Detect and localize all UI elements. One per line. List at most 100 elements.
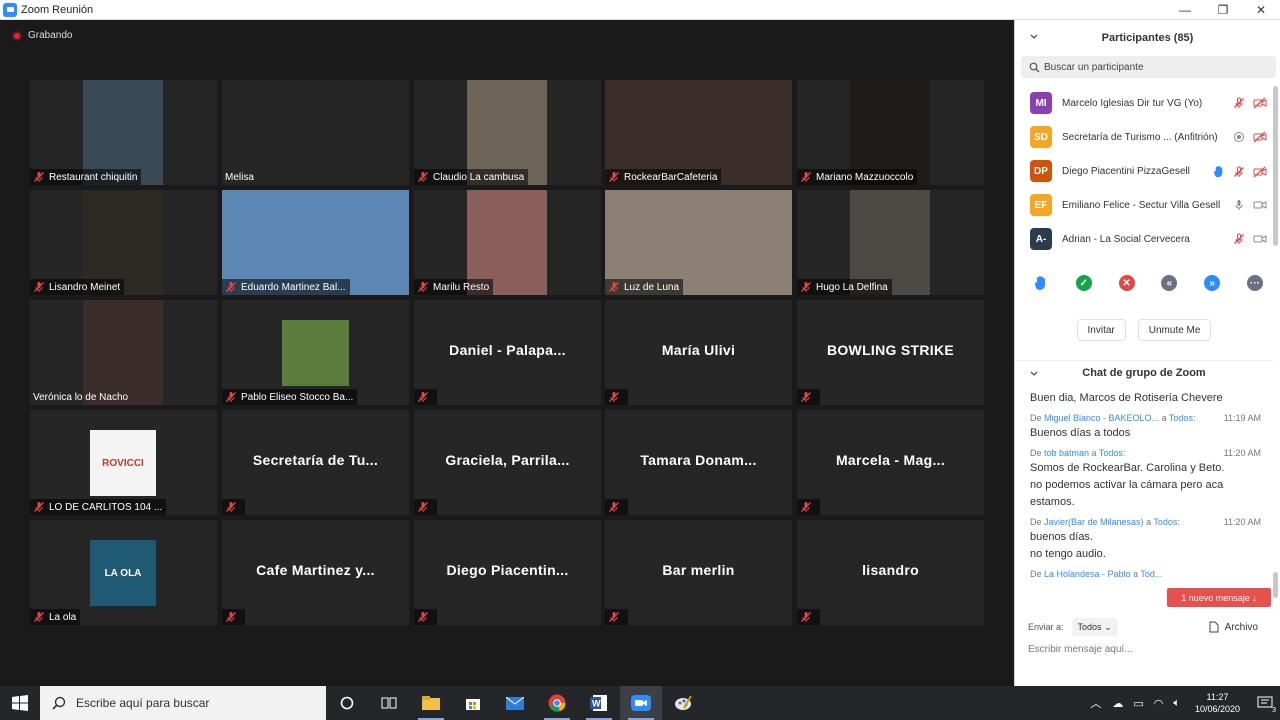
- video-tile[interactable]: lisandro: [797, 520, 984, 625]
- video-tile[interactable]: Secretaría de Tu...: [222, 410, 409, 515]
- participant-row[interactable]: A- Adrian - La Social Cervecera: [1015, 222, 1273, 256]
- mic-muted-icon: [226, 612, 236, 622]
- mic-muted-icon: [34, 502, 44, 512]
- video-tile[interactable]: ROVICCI LO DE CARLITOS 104 ...: [30, 410, 217, 515]
- participant-name: Emiliano Felice - Sectur Villa Gesell: [1062, 199, 1221, 211]
- maximize-button[interactable]: ❐: [1204, 0, 1242, 20]
- video-off-icon[interactable]: [1253, 97, 1267, 109]
- participants-scrollbar[interactable]: [1273, 86, 1278, 246]
- video-tile[interactable]: Mariano Mazzuoccolo: [797, 80, 984, 185]
- name-label: LO DE CARLITOS 104 ...: [30, 499, 167, 515]
- video-tile[interactable]: Daniel - Palapa...: [414, 300, 601, 405]
- video-tile[interactable]: Hugo La Delfina: [797, 190, 984, 295]
- invite-button[interactable]: Invitar: [1076, 319, 1126, 341]
- unmute-me-button[interactable]: Unmute Me: [1137, 319, 1212, 341]
- participant-name-display: Graciela, Parrila...: [445, 452, 570, 468]
- participant-name: Diego Piacentini PizzaGesell: [1062, 165, 1190, 177]
- taskbar-search[interactable]: Escribe aquí para buscar: [40, 686, 326, 720]
- store-icon[interactable]: [452, 686, 494, 720]
- video-tile[interactable]: Graciela, Parrila...: [414, 410, 601, 515]
- avatar: MI: [1030, 92, 1052, 114]
- participant-row[interactable]: EF Emiliano Felice - Sectur Villa Gesell: [1015, 188, 1273, 222]
- video-tile[interactable]: RockearBarCafeteria: [605, 80, 792, 185]
- chat-scrollbar[interactable]: [1273, 572, 1278, 598]
- video-tile[interactable]: Bar merlin: [605, 520, 792, 625]
- participant-row[interactable]: SD Secretaría de Turismo ... (Anfitrión): [1015, 120, 1273, 154]
- participant-name: La ola: [49, 611, 77, 623]
- mic-icon[interactable]: [1233, 199, 1245, 211]
- video-off-icon[interactable]: [1253, 166, 1267, 178]
- mic-muted-icon[interactable]: [1233, 166, 1245, 178]
- no-x-icon[interactable]: ✕: [1118, 275, 1135, 291]
- yes-check-icon[interactable]: ✓: [1075, 275, 1092, 291]
- chat-title: Chat de grupo de Zoom: [1082, 367, 1206, 379]
- video-tile[interactable]: Diego Piacentin...: [414, 520, 601, 625]
- avatar: EF: [1030, 194, 1052, 216]
- minimize-button[interactable]: —: [1166, 0, 1204, 20]
- send-to-select[interactable]: Todos ⌄: [1071, 618, 1118, 636]
- go-faster-icon[interactable]: »: [1204, 275, 1221, 291]
- message-sender[interactable]: tob batman: [1044, 448, 1089, 458]
- video-tile[interactable]: Melisa: [222, 80, 409, 185]
- task-view-icon[interactable]: [368, 686, 410, 720]
- notifications-icon[interactable]: 3: [1250, 686, 1280, 720]
- video-tile[interactable]: Luz de Luna: [605, 190, 792, 295]
- search-input[interactable]: [1044, 61, 1244, 73]
- paint-icon[interactable]: [662, 686, 704, 720]
- video-tile[interactable]: Cafe Martinez y...: [222, 520, 409, 625]
- participant-name-display: BOWLING STRIKE: [826, 342, 955, 358]
- onedrive-icon[interactable]: ☁: [1112, 697, 1123, 710]
- video-off-icon[interactable]: [1253, 131, 1267, 143]
- search-icon: [52, 696, 66, 710]
- video-tile[interactable]: Lisandro Meinet: [30, 190, 217, 295]
- more-icon[interactable]: ···: [1246, 275, 1263, 291]
- participant-name: Melisa: [225, 171, 254, 183]
- video-tile[interactable]: LA OLA La ola: [30, 520, 217, 625]
- message-sender[interactable]: La Holandesa - Pablo: [1044, 569, 1131, 579]
- video-icon[interactable]: [1253, 199, 1267, 211]
- video-tile[interactable]: Marilu Resto: [414, 190, 601, 295]
- wifi-icon[interactable]: ◠: [1154, 697, 1164, 710]
- cortana-icon[interactable]: [326, 686, 368, 720]
- chevron-down-icon[interactable]: [1029, 32, 1039, 42]
- video-tile[interactable]: Marcela - Mag...: [797, 410, 984, 515]
- volume-icon[interactable]: 🔈︎: [1173, 697, 1180, 710]
- word-icon[interactable]: W: [578, 686, 620, 720]
- clock[interactable]: 11:27 10/06/2020: [1195, 691, 1240, 715]
- mic-muted-icon[interactable]: [1233, 233, 1245, 245]
- message-sender[interactable]: Javier(Bar de Milanesas): [1044, 517, 1144, 527]
- video-tile[interactable]: BOWLING STRIKE: [797, 300, 984, 405]
- chevron-up-icon[interactable]: ︿: [1090, 695, 1101, 711]
- mail-icon[interactable]: [494, 686, 536, 720]
- file-explorer-icon[interactable]: [410, 686, 452, 720]
- chrome-icon[interactable]: [536, 686, 578, 720]
- participant-search[interactable]: [1021, 56, 1276, 78]
- message-sender[interactable]: Miguel Blanco - BAKEOLO...: [1044, 413, 1159, 423]
- new-message-button[interactable]: 1 nuevo mensaje ↓: [1167, 588, 1271, 607]
- participant-row[interactable]: DP Diego Piacentini PizzaGesell: [1015, 154, 1273, 188]
- video-tile[interactable]: Claudio La cambusa: [414, 80, 601, 185]
- video-icon[interactable]: [1253, 233, 1267, 245]
- video-tile[interactable]: Restaurant chiquitin: [30, 80, 217, 185]
- video-tile[interactable]: Eduardo Martinez Bal...: [222, 190, 409, 295]
- message-recipient: Todos:: [1098, 448, 1126, 458]
- participant-name: Luz de Luna: [624, 281, 680, 293]
- video-tile[interactable]: Verónica lo de Nacho: [30, 300, 217, 405]
- video-tile[interactable]: María Ulivi: [605, 300, 792, 405]
- close-button[interactable]: ✕: [1242, 0, 1280, 20]
- zoom-taskbar-icon[interactable]: [620, 686, 662, 720]
- video-tile[interactable]: Tamara Donam...: [605, 410, 792, 515]
- go-slower-icon[interactable]: «: [1161, 275, 1178, 291]
- raise-hand-icon[interactable]: [1033, 275, 1049, 291]
- mic-muted-icon[interactable]: [1233, 97, 1245, 109]
- name-label: [797, 609, 820, 625]
- battery-icon[interactable]: ▭: [1133, 697, 1143, 710]
- windows-start-icon[interactable]: [0, 686, 40, 720]
- file-button[interactable]: Archivo: [1209, 621, 1258, 633]
- label-de: De: [1030, 517, 1045, 527]
- recording-indicator: Grabando: [12, 30, 72, 41]
- video-tile[interactable]: Pablo Eliseo Stocco Ba...: [222, 300, 409, 405]
- participant-list: MI Marcelo Iglesias Dir tur VG (Yo) SD Secr…: [1015, 86, 1273, 256]
- participant-row[interactable]: MI Marcelo Iglesias Dir tur VG (Yo): [1015, 86, 1273, 120]
- chat-compose-input[interactable]: Escribir mensaje aquí...: [1028, 644, 1133, 655]
